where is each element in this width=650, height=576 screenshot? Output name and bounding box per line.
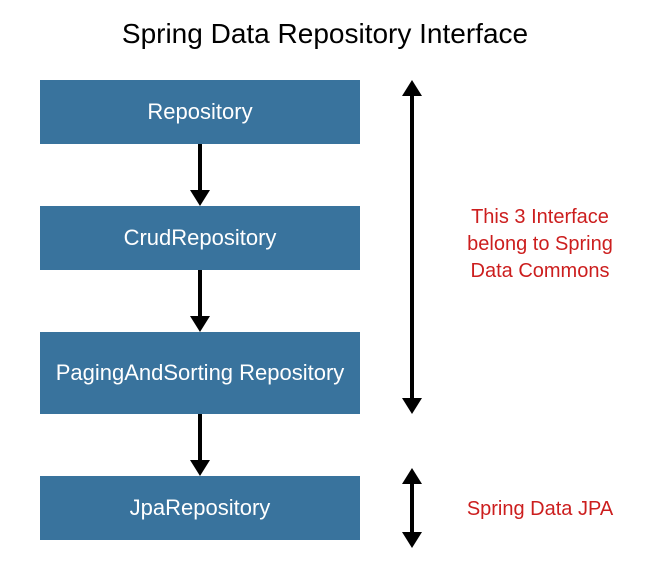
box-jpa-repository: JpaRepository	[40, 476, 360, 540]
box-paging-sorting-repository: PagingAndSorting Repository	[40, 332, 360, 414]
hierarchy-diagram: Repository CrudRepository PagingAndSorti…	[0, 60, 650, 560]
page-title: Spring Data Repository Interface	[0, 0, 650, 60]
box-repository: Repository	[40, 80, 360, 144]
annotation-commons: This 3 Interface belong to Spring Data C…	[450, 204, 630, 285]
box-crud-repository: CrudRepository	[40, 206, 360, 270]
annotation-jpa: Spring Data JPA	[450, 496, 630, 523]
